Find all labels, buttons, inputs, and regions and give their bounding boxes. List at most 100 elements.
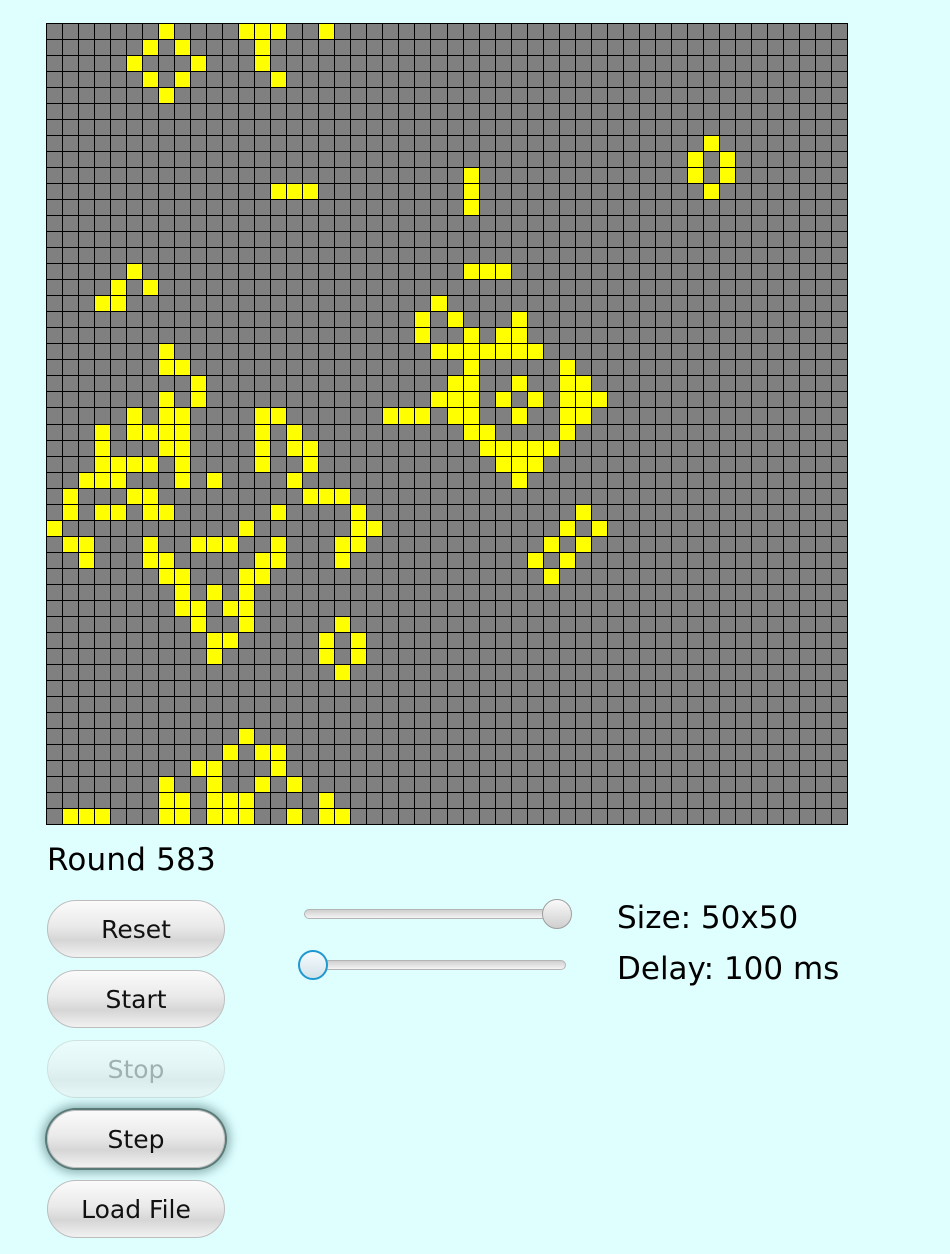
cell-dead[interactable] <box>303 392 319 408</box>
cell-dead[interactable] <box>79 280 95 296</box>
delay-slider-track[interactable] <box>304 960 566 970</box>
cell-dead[interactable] <box>719 632 735 648</box>
cell-dead[interactable] <box>687 728 703 744</box>
cell-dead[interactable] <box>111 600 127 616</box>
load-file-button[interactable]: Load File <box>47 1180 225 1238</box>
cell-dead[interactable] <box>671 312 687 328</box>
cell-dead[interactable] <box>175 216 191 232</box>
cell-dead[interactable] <box>319 680 335 696</box>
cell-dead[interactable] <box>607 680 623 696</box>
cell-alive[interactable] <box>351 648 367 664</box>
cell-dead[interactable] <box>287 120 303 136</box>
cell-dead[interactable] <box>127 40 143 56</box>
cell-alive[interactable] <box>575 504 591 520</box>
cell-dead[interactable] <box>815 200 831 216</box>
cell-dead[interactable] <box>623 56 639 72</box>
cell-dead[interactable] <box>703 728 719 744</box>
cell-dead[interactable] <box>831 488 847 504</box>
cell-dead[interactable] <box>47 104 63 120</box>
cell-dead[interactable] <box>783 104 799 120</box>
cell-dead[interactable] <box>767 200 783 216</box>
cell-dead[interactable] <box>95 200 111 216</box>
cell-dead[interactable] <box>559 248 575 264</box>
cell-dead[interactable] <box>367 552 383 568</box>
cell-dead[interactable] <box>367 456 383 472</box>
cell-dead[interactable] <box>799 408 815 424</box>
cell-dead[interactable] <box>239 40 255 56</box>
cell-dead[interactable] <box>719 296 735 312</box>
cell-dead[interactable] <box>783 776 799 792</box>
cell-dead[interactable] <box>351 424 367 440</box>
cell-dead[interactable] <box>639 728 655 744</box>
cell-dead[interactable] <box>367 744 383 760</box>
cell-dead[interactable] <box>127 792 143 808</box>
cell-alive[interactable] <box>47 520 63 536</box>
cell-dead[interactable] <box>127 232 143 248</box>
cell-dead[interactable] <box>735 632 751 648</box>
cell-dead[interactable] <box>111 56 127 72</box>
cell-dead[interactable] <box>367 392 383 408</box>
cell-dead[interactable] <box>143 152 159 168</box>
cell-dead[interactable] <box>687 552 703 568</box>
cell-alive[interactable] <box>207 648 223 664</box>
cell-dead[interactable] <box>767 360 783 376</box>
cell-dead[interactable] <box>415 152 431 168</box>
cell-alive[interactable] <box>159 360 175 376</box>
cell-dead[interactable] <box>719 136 735 152</box>
cell-alive[interactable] <box>95 504 111 520</box>
cell-dead[interactable] <box>47 568 63 584</box>
cell-alive[interactable] <box>111 504 127 520</box>
cell-dead[interactable] <box>623 440 639 456</box>
cell-dead[interactable] <box>815 280 831 296</box>
cell-dead[interactable] <box>799 632 815 648</box>
cell-dead[interactable] <box>447 104 463 120</box>
cell-dead[interactable] <box>399 584 415 600</box>
cell-dead[interactable] <box>95 152 111 168</box>
cell-dead[interactable] <box>95 360 111 376</box>
cell-alive[interactable] <box>287 440 303 456</box>
cell-dead[interactable] <box>735 408 751 424</box>
cell-dead[interactable] <box>511 248 527 264</box>
cell-dead[interactable] <box>815 792 831 808</box>
cell-dead[interactable] <box>415 616 431 632</box>
cell-dead[interactable] <box>335 456 351 472</box>
cell-dead[interactable] <box>127 376 143 392</box>
cell-dead[interactable] <box>351 792 367 808</box>
cell-dead[interactable] <box>463 696 479 712</box>
cell-dead[interactable] <box>63 264 79 280</box>
cell-dead[interactable] <box>415 88 431 104</box>
cell-dead[interactable] <box>207 456 223 472</box>
cell-dead[interactable] <box>703 648 719 664</box>
cell-dead[interactable] <box>671 56 687 72</box>
cell-dead[interactable] <box>559 744 575 760</box>
cell-dead[interactable] <box>799 152 815 168</box>
cell-dead[interactable] <box>799 536 815 552</box>
cell-dead[interactable] <box>767 56 783 72</box>
cell-dead[interactable] <box>415 760 431 776</box>
cell-dead[interactable] <box>303 376 319 392</box>
cell-dead[interactable] <box>751 88 767 104</box>
cell-dead[interactable] <box>143 264 159 280</box>
cell-dead[interactable] <box>303 72 319 88</box>
cell-dead[interactable] <box>63 776 79 792</box>
cell-dead[interactable] <box>527 104 543 120</box>
cell-dead[interactable] <box>687 680 703 696</box>
cell-dead[interactable] <box>207 328 223 344</box>
cell-dead[interactable] <box>815 40 831 56</box>
cell-dead[interactable] <box>575 808 591 824</box>
cell-dead[interactable] <box>751 536 767 552</box>
cell-alive[interactable] <box>239 792 255 808</box>
cell-dead[interactable] <box>79 424 95 440</box>
cell-dead[interactable] <box>175 744 191 760</box>
cell-dead[interactable] <box>175 616 191 632</box>
cell-dead[interactable] <box>591 120 607 136</box>
cell-dead[interactable] <box>383 392 399 408</box>
cell-dead[interactable] <box>639 600 655 616</box>
cell-dead[interactable] <box>287 216 303 232</box>
cell-dead[interactable] <box>623 744 639 760</box>
cell-dead[interactable] <box>383 136 399 152</box>
cell-dead[interactable] <box>431 184 447 200</box>
cell-dead[interactable] <box>335 232 351 248</box>
cell-dead[interactable] <box>175 152 191 168</box>
cell-dead[interactable] <box>815 680 831 696</box>
